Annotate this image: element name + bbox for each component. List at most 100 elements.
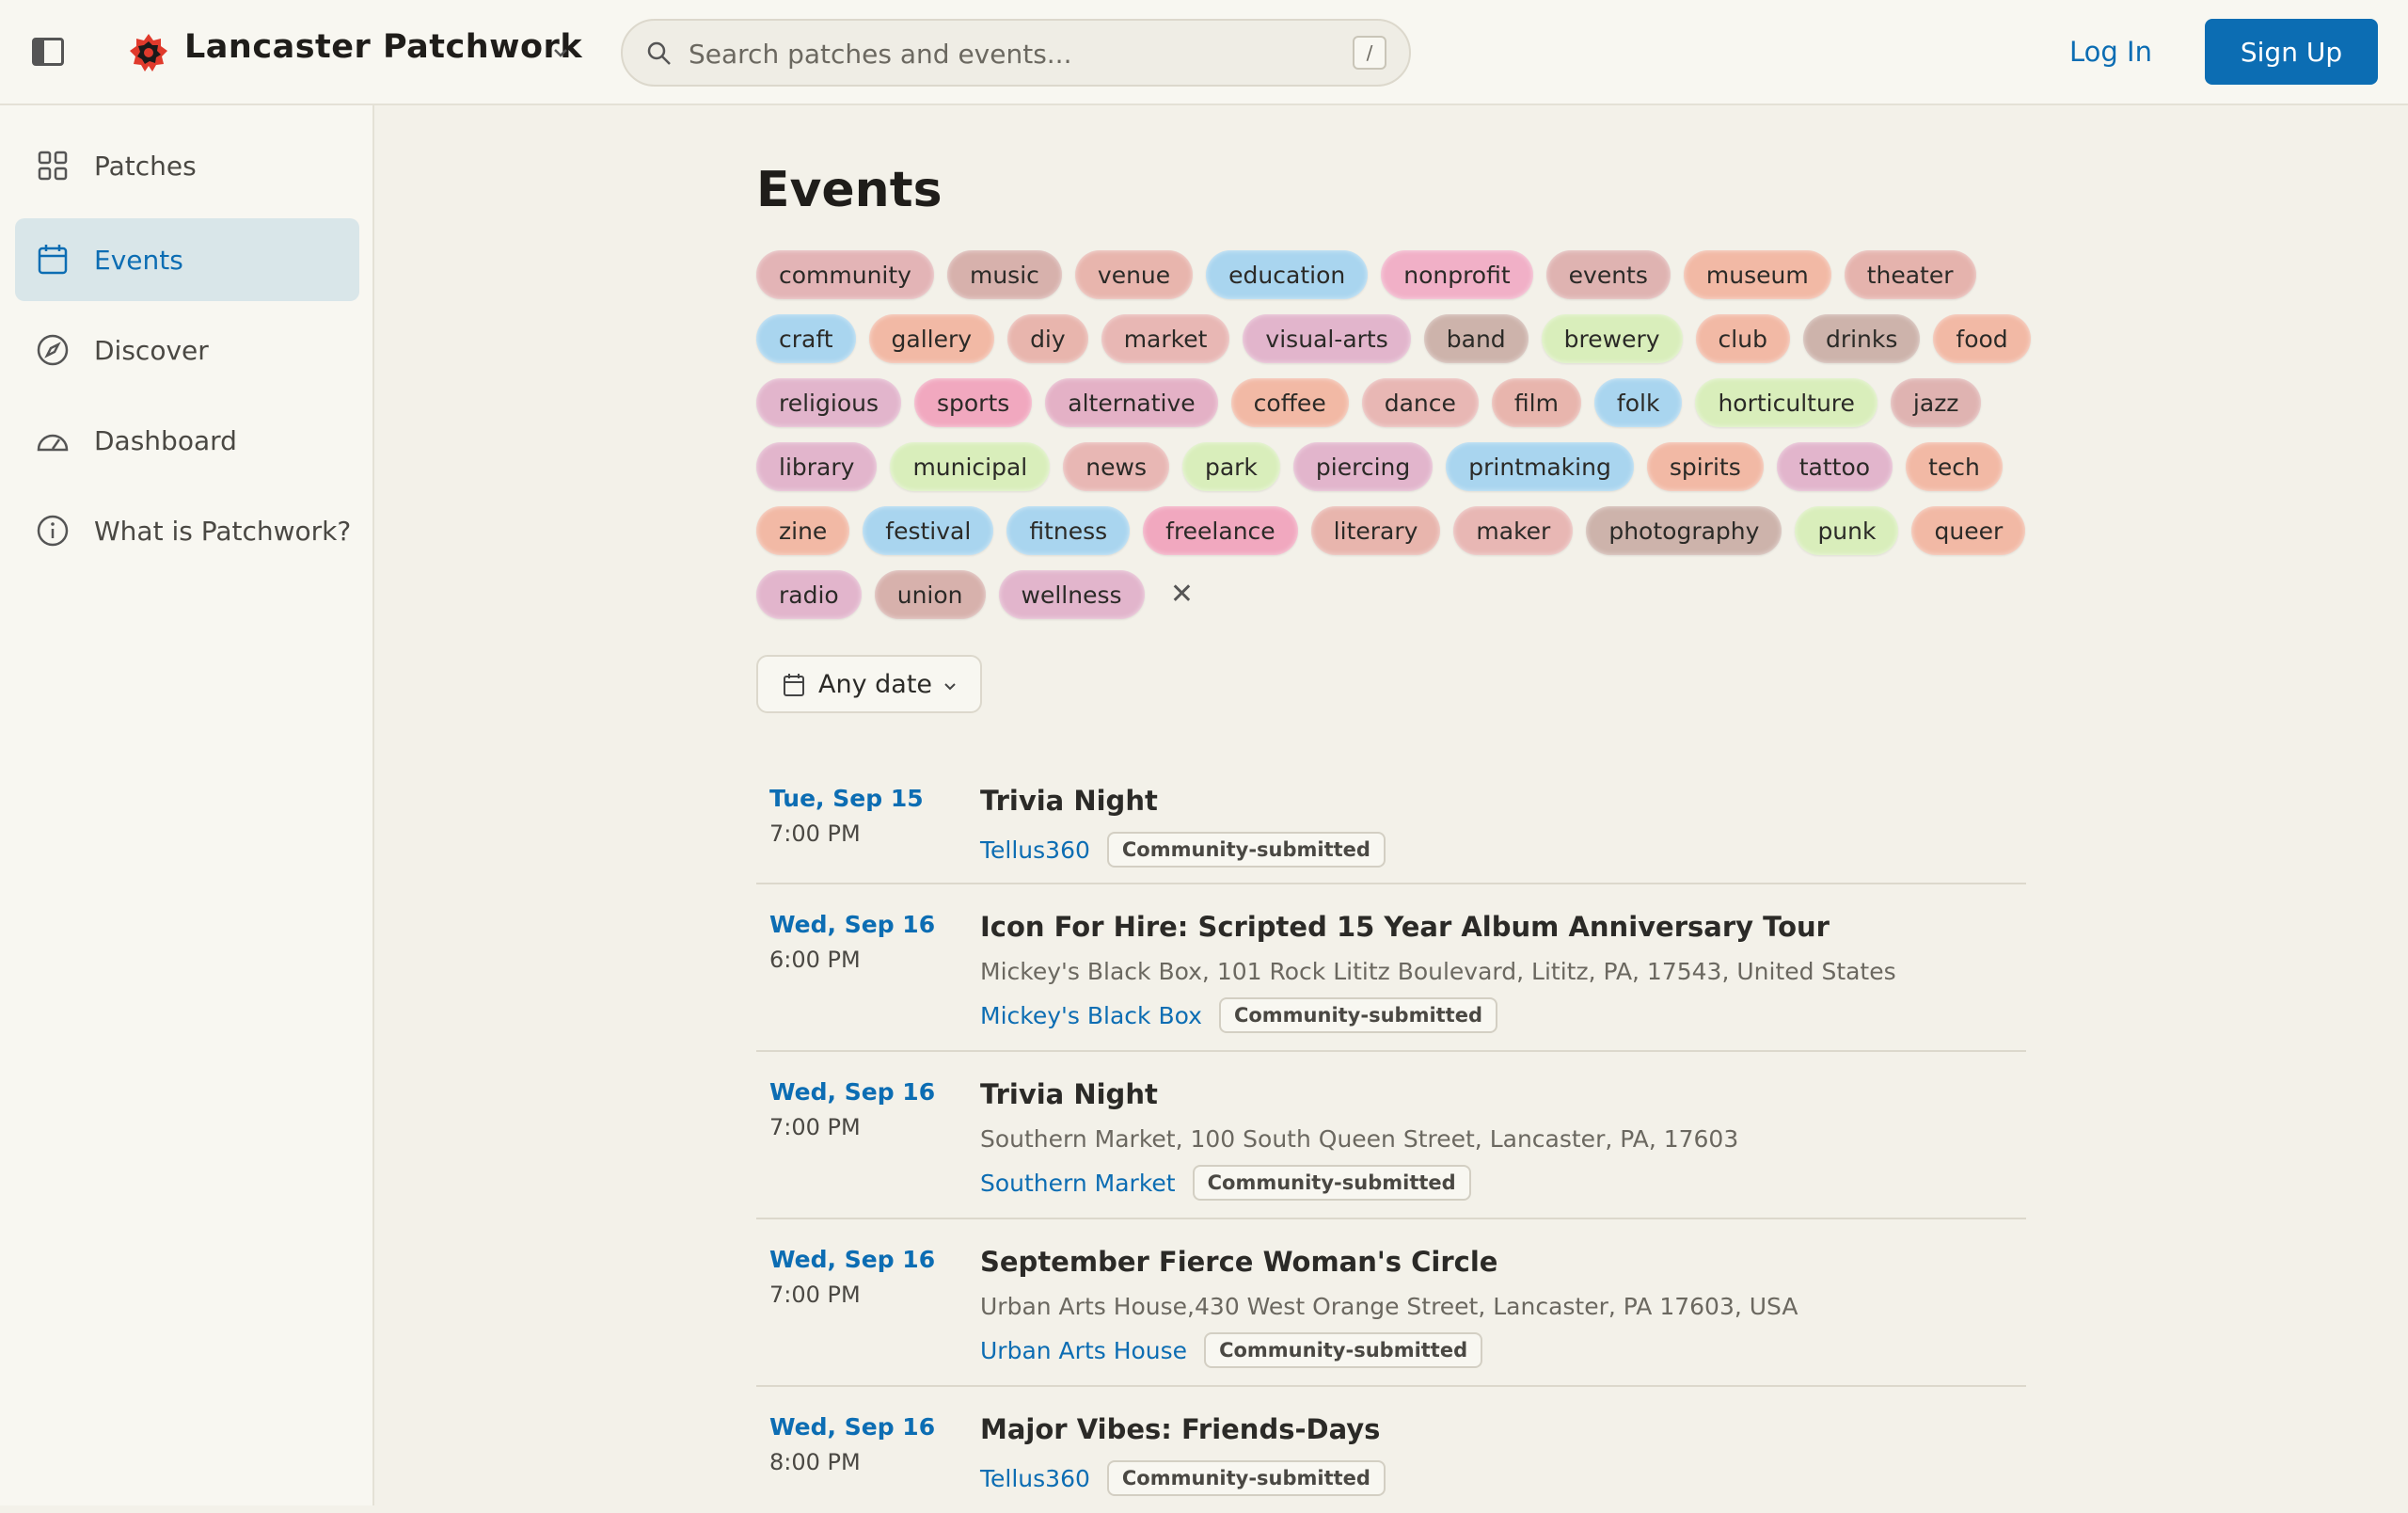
event-row[interactable]: Wed, Sep 16 8:00 PM Major Vibes: Friends-D… (756, 1391, 2026, 1513)
tag-chip[interactable]: brewery (1541, 314, 1683, 363)
tag-chip[interactable]: market (1101, 314, 1230, 363)
tag-chip[interactable]: municipal (890, 442, 1051, 491)
tag-chip[interactable]: dance (1361, 378, 1479, 427)
event-row[interactable]: Wed, Sep 16 6:00 PM Icon For Hire: Scripte… (756, 888, 2026, 1052)
event-meta: Tellus360 Community-submitted (980, 832, 1386, 868)
event-venue-link[interactable]: Southern Market (980, 1170, 1176, 1197)
tag-chip[interactable]: zine (756, 506, 850, 555)
tag-chip[interactable]: park (1181, 442, 1280, 491)
tag-chip[interactable]: events (1545, 250, 1671, 299)
tag-chip[interactable]: nonprofit (1381, 250, 1533, 299)
close-icon[interactable]: ✕ (1158, 570, 1207, 619)
event-meta: Tellus360 Community-submitted (980, 1460, 1386, 1496)
calendar-icon (38, 245, 68, 275)
event-date: Tue, Sep 15 (769, 785, 924, 812)
search-bar[interactable]: / (621, 19, 1411, 87)
tag-chip[interactable]: union (874, 570, 986, 619)
top-bar: Lancaster Patchwork / Log In Sign Up (0, 0, 2408, 105)
community-submitted-badge: Community-submitted (1204, 1332, 1483, 1368)
tag-chip[interactable]: folk (1593, 378, 1683, 427)
tag-chip[interactable]: band (1423, 314, 1529, 363)
sidebar-item-dashboard[interactable]: Dashboard (15, 399, 359, 482)
tag-chip[interactable]: film (1491, 378, 1581, 427)
tag-chip[interactable]: craft (756, 314, 856, 363)
event-venue-link[interactable]: Mickey's Black Box (980, 1002, 1202, 1029)
chevron-down-icon (944, 683, 956, 691)
event-row[interactable]: Wed, Sep 16 7:00 PM September Fierce Woman… (756, 1223, 2026, 1387)
event-title[interactable]: Trivia Night (980, 785, 1158, 817)
event-date: Wed, Sep 16 (769, 1413, 936, 1441)
event-date: Wed, Sep 16 (769, 1078, 936, 1106)
info-icon (37, 515, 69, 547)
tag-chip[interactable]: education (1206, 250, 1369, 299)
login-link[interactable]: Log In (2069, 30, 2152, 73)
tag-chip[interactable]: news (1063, 442, 1169, 491)
tag-chip[interactable]: fitness (1006, 506, 1131, 555)
event-title[interactable]: Icon For Hire: Scripted 15 Year Album An… (980, 911, 1830, 943)
sidebar-item-label: Dashboard (94, 424, 237, 456)
sidebar-item-what-is-patchwork[interactable]: What is Patchwork? (15, 489, 359, 572)
event-title[interactable]: Major Vibes: Friends-Days (980, 1413, 1380, 1445)
tag-chip[interactable]: coffee (1230, 378, 1349, 427)
event-venue-link[interactable]: Urban Arts House (980, 1337, 1187, 1364)
tag-chip[interactable]: radio (756, 570, 862, 619)
event-time: 7:00 PM (769, 820, 861, 847)
event-row[interactable]: Tue, Sep 15 7:00 PM Trivia Night Tellus360 C… (756, 762, 2026, 884)
date-filter-dropdown[interactable]: Any date (756, 655, 982, 713)
sidebar-toggle-icon[interactable] (32, 38, 64, 66)
event-row[interactable]: Wed, Sep 16 7:00 PM Trivia Night Southern M… (756, 1056, 2026, 1219)
event-time: 6:00 PM (769, 947, 861, 973)
search-icon (647, 41, 671, 65)
tag-filter-list: community music venue education nonprofit eve… (756, 250, 2054, 619)
tag-chip[interactable]: sports (913, 378, 1033, 427)
gauge-icon (37, 434, 69, 452)
tag-chip[interactable]: queer (1911, 506, 2026, 555)
tag-chip[interactable]: tattoo (1776, 442, 1893, 491)
tag-chip[interactable]: printmaking (1446, 442, 1634, 491)
sidebar-item-patches[interactable]: Patches (15, 124, 359, 207)
tag-chip[interactable]: club (1695, 314, 1790, 363)
tag-chip[interactable]: photography (1586, 506, 1782, 555)
tag-chip[interactable]: drinks (1802, 314, 1921, 363)
tag-chip[interactable]: food (1933, 314, 2031, 363)
tag-chip[interactable]: festival (863, 506, 994, 555)
brand-name[interactable]: Lancaster Patchwork (184, 28, 582, 66)
tag-chip[interactable]: religious (756, 378, 901, 427)
search-input[interactable] (689, 34, 1328, 73)
patchwork-logo-icon[interactable] (128, 32, 169, 73)
sidebar-item-events[interactable]: Events (15, 218, 359, 301)
signup-button[interactable]: Sign Up (2205, 19, 2378, 85)
tag-chip[interactable]: wellness (998, 570, 1145, 619)
tag-chip[interactable]: horticulture (1695, 378, 1877, 427)
event-time: 7:00 PM (769, 1114, 861, 1140)
event-title[interactable]: September Fierce Woman's Circle (980, 1246, 1497, 1278)
sidebar-item-label: Discover (94, 334, 209, 366)
tag-chip[interactable]: venue (1074, 250, 1194, 299)
tag-chip[interactable]: alternative (1045, 378, 1218, 427)
tag-chip[interactable]: community (756, 250, 934, 299)
tag-chip[interactable]: theater (1844, 250, 1976, 299)
event-meta: Mickey's Black Box Community-submitted (980, 997, 1497, 1033)
event-address: Mickey's Black Box, 101 Rock Lititz Boul… (980, 958, 1896, 985)
tag-chip[interactable]: literary (1310, 506, 1441, 555)
tag-chip[interactable]: jazz (1890, 378, 1982, 427)
tag-chip[interactable]: diy (1007, 314, 1088, 363)
tag-chip[interactable]: piercing (1292, 442, 1434, 491)
tag-chip[interactable]: freelance (1143, 506, 1298, 555)
tag-chip[interactable]: punk (1795, 506, 1899, 555)
tag-chip[interactable]: museum (1683, 250, 1831, 299)
tag-chip[interactable]: maker (1453, 506, 1574, 555)
event-title[interactable]: Trivia Night (980, 1078, 1158, 1110)
tag-chip[interactable]: gallery (868, 314, 995, 363)
event-meta: Urban Arts House Community-submitted (980, 1332, 1483, 1368)
tag-chip[interactable]: visual-arts (1243, 314, 1411, 363)
event-venue-link[interactable]: Tellus360 (980, 836, 1090, 864)
tag-chip[interactable]: music (946, 250, 1062, 299)
sidebar-item-discover[interactable]: Discover (15, 309, 359, 391)
event-venue-link[interactable]: Tellus360 (980, 1465, 1090, 1492)
tag-chip[interactable]: tech (1906, 442, 2003, 491)
chevron-down-icon[interactable] (549, 41, 572, 64)
tag-chip[interactable]: spirits (1646, 442, 1764, 491)
tag-chip[interactable]: library (756, 442, 878, 491)
event-address: Southern Market, 100 South Queen Street,… (980, 1125, 1739, 1153)
